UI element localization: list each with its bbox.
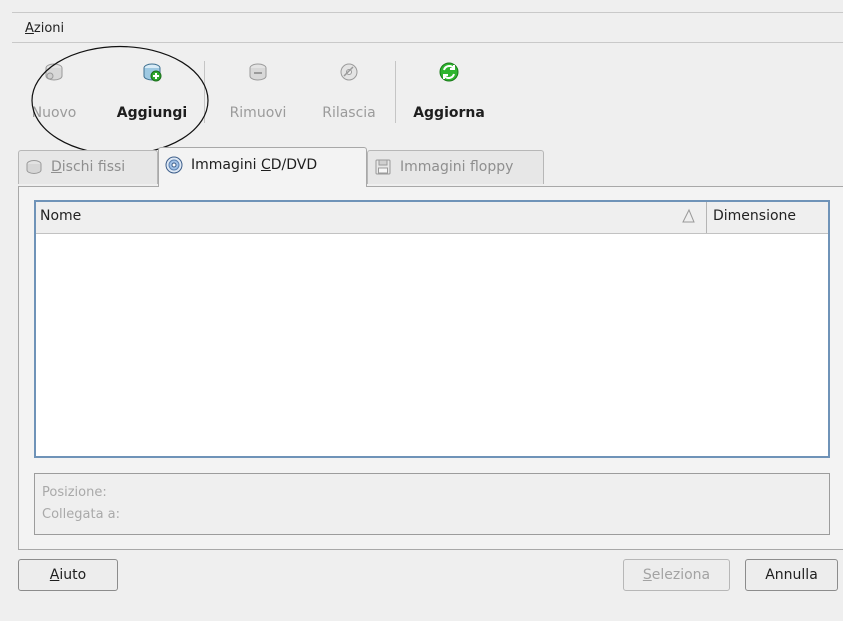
disk-release-icon (340, 63, 358, 81)
new-label: Nuovo (31, 105, 77, 121)
media-tabs: Dischi fissi Immagini CD/DVD Immagini fl… (18, 147, 843, 187)
details-box: Posizione: Collegata a: (34, 473, 830, 535)
toolbar-separator (204, 61, 205, 123)
add-button[interactable]: Aggiungi (109, 44, 195, 136)
disk-add-icon (143, 63, 162, 82)
menu-actions[interactable]: Azioni (25, 21, 64, 36)
tab-panel: Nome Dimensione Posizione: Collegata a: (18, 186, 843, 550)
refresh-button[interactable]: Aggiorna (404, 44, 494, 136)
column-header-name[interactable]: Nome (40, 208, 81, 224)
menu-bar: Azioni (12, 12, 843, 43)
remove-label: Rimuovi (229, 105, 287, 121)
disk-remove-icon (249, 63, 267, 81)
hard-disk-icon (26, 160, 42, 174)
new-button[interactable]: Nuovo (12, 44, 96, 136)
sort-ascending-icon (682, 208, 695, 223)
refresh-icon (439, 62, 459, 82)
tab-cd-dvd-images[interactable]: Immagini CD/DVD (158, 147, 367, 187)
column-header-size[interactable]: Dimensione (713, 208, 796, 224)
toolbar-separator (395, 61, 396, 123)
attached-to-label: Collegata a: (42, 507, 121, 522)
column-separator[interactable] (706, 202, 707, 233)
image-list[interactable]: Nome Dimensione (34, 200, 830, 458)
tab-floppy-images[interactable]: Immagini floppy (367, 150, 544, 184)
remove-button[interactable]: Rimuovi (216, 44, 300, 136)
list-header: Nome Dimensione (36, 202, 828, 234)
help-button[interactable]: Aiuto (18, 559, 118, 591)
toolbar: Nuovo Aggiungi Rimuovi Rilascia Aggiorna (12, 44, 843, 136)
tab-hard-disks[interactable]: Dischi fissi (18, 150, 158, 184)
tab-hard-disks-label: Dischi fissi (51, 159, 126, 175)
floppy-icon (375, 159, 391, 175)
release-label: Rilascia (322, 105, 376, 121)
select-button[interactable]: Seleziona (623, 559, 730, 591)
cd-dvd-icon (165, 156, 183, 174)
add-label: Aggiungi (116, 105, 188, 121)
tab-floppy-label: Immagini floppy (400, 159, 514, 175)
cancel-button[interactable]: Annulla (745, 559, 838, 591)
release-button[interactable]: Rilascia (309, 44, 389, 136)
location-label: Posizione: (42, 485, 107, 500)
tab-cd-dvd-label: Immagini CD/DVD (191, 157, 318, 173)
refresh-label: Aggiorna (413, 105, 485, 121)
disk-new-icon (45, 63, 63, 81)
